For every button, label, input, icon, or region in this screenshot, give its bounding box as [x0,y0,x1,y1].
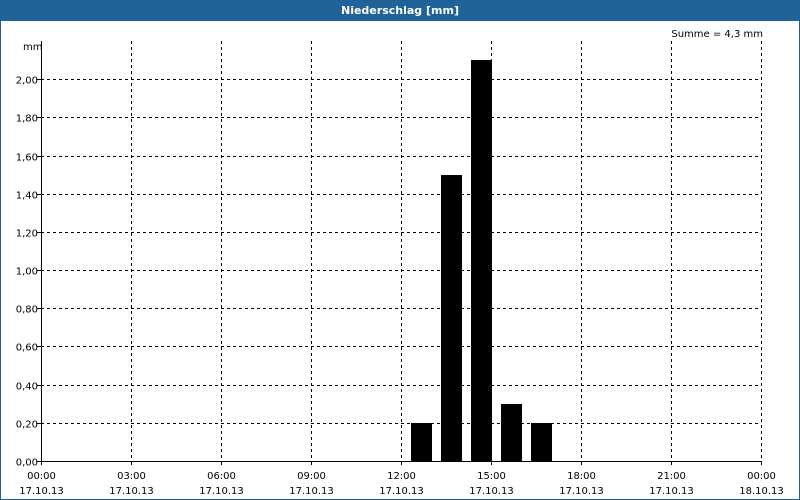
x-tick-time-label: 18:00 [567,471,596,482]
x-tick-date-label: 17.10.13 [469,486,514,497]
axes [37,41,762,465]
sum-annotation: Summe = 4,3 mm [671,29,763,40]
bar [411,423,432,461]
x-tick-date-label: 18.10.13 [739,486,784,497]
y-tick-label: 0,00 [16,458,38,469]
y-tick-label: 1,40 [16,191,38,202]
y-tick-label: 0,40 [16,382,38,393]
y-tick-label: 0,20 [16,420,38,431]
bar [531,423,552,461]
x-tick-date-label: 17.10.13 [379,486,424,497]
x-tick-time-label: 21:00 [657,471,686,482]
y-tick-labels: 0,00 0,20 0,40 0,60 0,80 1,00 1,20 1,40 1,60 1,80… [16,76,38,469]
x-tick-time-label: 15:00 [477,471,506,482]
y-tick-label: 0,80 [16,305,38,316]
y-tick-label: 1,60 [16,153,38,164]
x-tick-labels: 00:00 17.10.13 03:00 17.10.13 06:00 17.10.13 0… [19,471,784,497]
x-tick-date-label: 17.10.13 [19,486,64,497]
x-tick-time-label: 00:00 [747,471,776,482]
x-tick-time-label: 00:00 [27,471,56,482]
y-tick-label: 1,20 [16,229,38,240]
bars [411,60,552,461]
y-tick-label: 2,00 [16,76,38,87]
bar [441,175,462,461]
bar [501,404,522,461]
grid-lines [41,41,762,461]
x-tick-date-label: 17.10.13 [199,486,244,497]
x-tick-time-label: 03:00 [117,471,146,482]
x-tick-time-label: 09:00 [297,471,326,482]
x-tick-time-label: 12:00 [387,471,416,482]
chart-window: Niederschlag [mm] mm Summe = 4,3 mm 0,00… [0,0,800,500]
y-axis-unit-label: mm [23,42,42,53]
x-tick-date-label: 17.10.13 [649,486,694,497]
chart-plot: mm Summe = 4,3 mm 0,00 0,20 0,40 0,60 0,80 1,… [16,29,784,497]
x-tick-time-label: 06:00 [207,471,236,482]
x-tick-date-label: 17.10.13 [289,486,334,497]
y-tick-label: 0,60 [16,343,38,354]
bar [471,60,492,461]
x-tick-date-label: 17.10.13 [559,486,604,497]
x-tick-date-label: 17.10.13 [109,486,154,497]
y-tick-label: 1,00 [16,267,38,278]
y-tick-label: 1,80 [16,114,38,125]
